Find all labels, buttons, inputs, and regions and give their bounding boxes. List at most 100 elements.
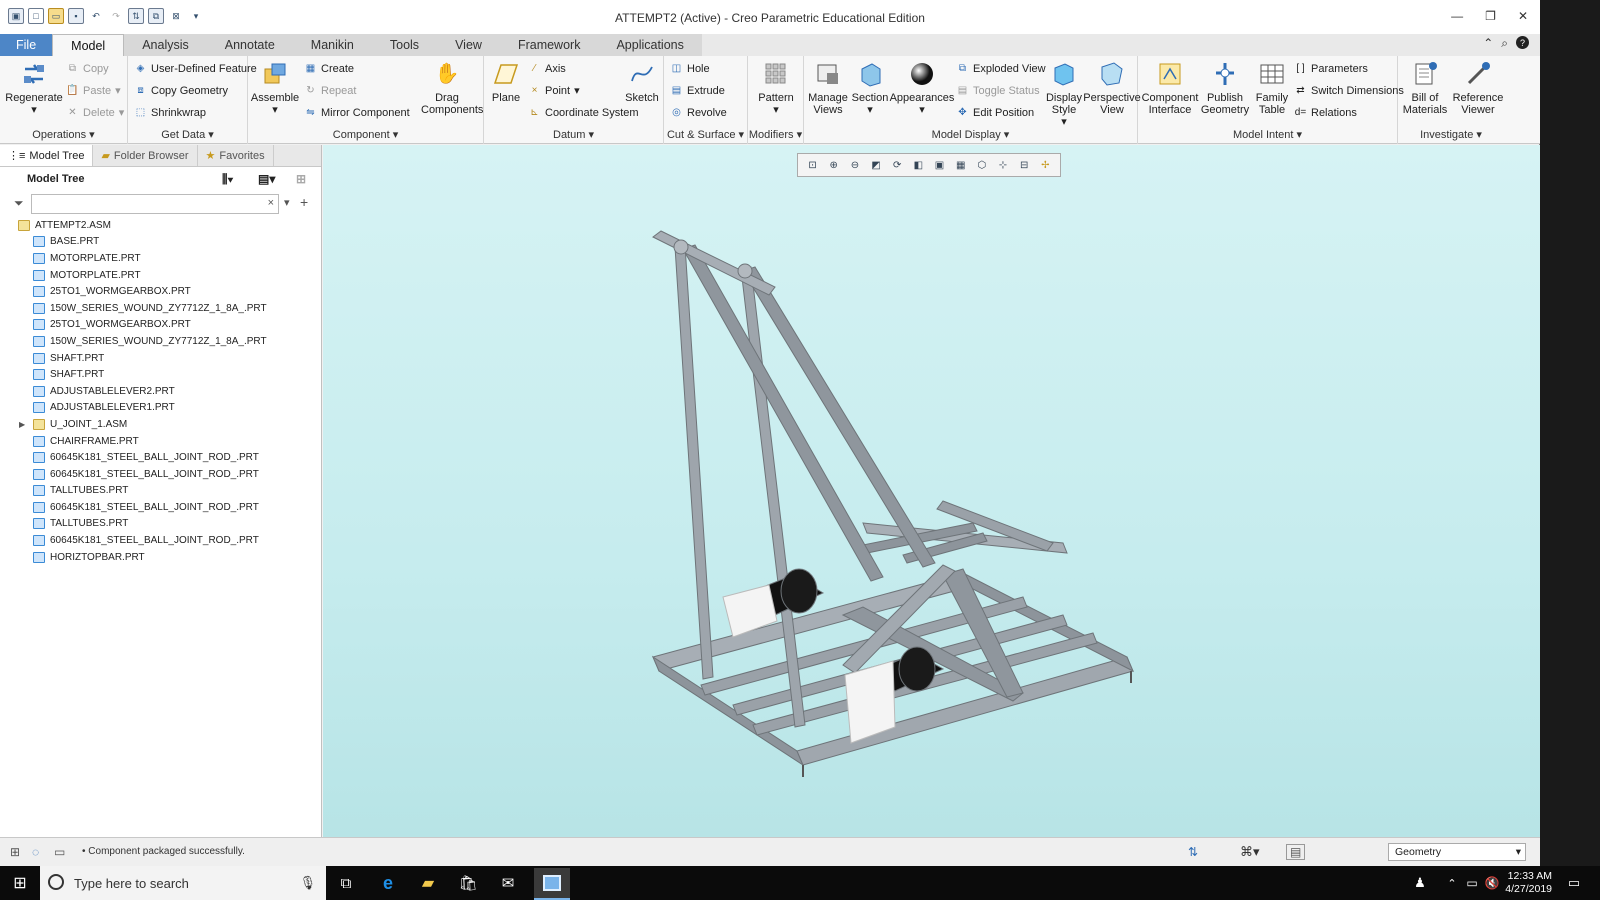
perspective-view-button[interactable]: Perspective View [1083, 60, 1141, 116]
group-label[interactable]: Get Data ▾ [128, 128, 247, 142]
tree-item[interactable]: SHAFT.PRT [0, 350, 322, 367]
tree-item[interactable]: 60645K181_STEEL_BALL_JOINT_ROD_.PRT [0, 499, 322, 516]
publish-geometry-button[interactable]: Publish Geometry [1200, 60, 1250, 116]
full-screen-icon[interactable]: ▭ [54, 845, 65, 859]
assembly-model[interactable] [323, 145, 1540, 837]
action-center-icon[interactable]: ▭ [1562, 872, 1586, 894]
repeat-button[interactable]: ↻ Repeat [304, 84, 356, 97]
create-button[interactable]: ▦ Create [304, 62, 354, 75]
browser-icon[interactable]: ◌ [32, 845, 39, 859]
bill-of-materials-button[interactable]: Bill of Materials [1400, 60, 1450, 116]
tree-filter-options-icon[interactable]: ⊞ [296, 172, 306, 186]
exploded-view-button[interactable]: ⧉ Exploded View [956, 62, 1046, 75]
chevron-down-icon[interactable]: ▾ [284, 196, 290, 209]
clear-icon[interactable]: × [268, 197, 274, 209]
tree-search-input[interactable]: × [31, 194, 279, 214]
tree-item[interactable]: 25TO1_WORMGEARBOX.PRT [0, 283, 322, 300]
collapse-ribbon-icon[interactable]: ⌃ [1483, 36, 1493, 51]
tree-item[interactable]: SHAFT.PRT [0, 366, 322, 383]
manage-views-button[interactable]: Manage Views [808, 60, 848, 116]
tab-view[interactable]: View [437, 34, 500, 56]
tree-item[interactable]: TALLTUBES.PRT [0, 483, 322, 500]
group-label[interactable]: Cut & Surface ▾ [664, 128, 747, 142]
tree-item[interactable]: ADJUSTABLELEVER2.PRT [0, 383, 322, 400]
tab-annotate[interactable]: Annotate [206, 34, 293, 56]
tab-analysis[interactable]: Analysis [124, 34, 207, 56]
expand-icon[interactable]: ▶ [19, 420, 25, 429]
filter-icon[interactable]: ⏷ [14, 196, 24, 211]
sketch-button[interactable]: Sketch [624, 60, 660, 104]
help-icon[interactable]: ? [1516, 36, 1529, 49]
revolve-button[interactable]: ◎ Revolve [670, 106, 727, 119]
tree-item[interactable]: 60645K181_STEEL_BALL_JOINT_ROD_.PRT [0, 532, 322, 549]
drag-components-button[interactable]: ✋ Drag Components [414, 60, 483, 116]
mirror-component-button[interactable]: ⇋ Mirror Component [304, 106, 409, 119]
selection-buffer-icon[interactable]: ▤ [1286, 844, 1306, 860]
file-explorer-icon[interactable]: ▰ [416, 872, 440, 894]
plane-button[interactable]: Plane [488, 60, 524, 104]
group-label[interactable]: Modifiers ▾ [748, 128, 803, 142]
copy-button[interactable]: ⧉ Copy [66, 62, 109, 75]
coordinate-system-button[interactable]: ⊾ Coordinate System [528, 106, 638, 119]
tree-item[interactable]: 25TO1_WORMGEARBOX.PRT [0, 317, 322, 334]
group-label[interactable]: Operations ▾ [0, 128, 127, 142]
pattern-button[interactable]: Pattern ▾ [752, 60, 800, 116]
relations-button[interactable]: d= Relations [1294, 106, 1357, 119]
group-label[interactable]: Datum ▾ [484, 128, 663, 142]
tab-applications[interactable]: Applications [598, 34, 702, 56]
add-icon[interactable]: + [300, 194, 308, 210]
delete-button[interactable]: ✕ Delete ▾ [66, 106, 124, 120]
search-icon[interactable]: ⌕ [1501, 36, 1508, 51]
group-label[interactable]: Model Display ▾ [804, 128, 1137, 142]
task-view-icon[interactable]: ⧉ [334, 872, 358, 894]
section-button[interactable]: Section ▾ [850, 60, 890, 116]
tab-tools[interactable]: Tools [371, 34, 438, 56]
show-navigator-icon[interactable]: ⊞ [10, 845, 20, 859]
tree-settings-icon[interactable]: ⫼▾ [222, 172, 233, 187]
tree-item[interactable]: ADJUSTABLELEVER1.PRT [0, 400, 322, 417]
group-label[interactable]: Model Intent ▾ [1138, 128, 1397, 142]
assemble-button[interactable]: Assemble ▾ [251, 60, 299, 116]
point-button[interactable]: × Point ▾ [528, 84, 580, 98]
edit-position-button[interactable]: ✥ Edit Position [956, 106, 1034, 119]
creo-taskbar-icon[interactable] [534, 868, 570, 900]
regenerate-button[interactable]: Regenerate ▾ [5, 60, 63, 116]
microphone-icon[interactable]: 🎙 [299, 875, 316, 891]
tab-folder-browser[interactable]: ▰ Folder Browser [93, 145, 198, 166]
selection-filter-dropdown[interactable]: Geometry ▾ [1388, 843, 1526, 861]
shrinkwrap-button[interactable]: ⬚ Shrinkwrap [134, 106, 206, 119]
tree-item[interactable]: TALLTUBES.PRT [0, 516, 322, 533]
appearances-button[interactable]: Appearances ▾ [890, 60, 954, 116]
windows-start-icon[interactable]: ⊞ [8, 872, 32, 894]
store-icon[interactable]: 🛍 [456, 872, 480, 894]
find-icon[interactable]: ⌘▾ [1240, 844, 1260, 860]
copy-geometry-button[interactable]: ⧈ Copy Geometry [134, 84, 228, 97]
axis-button[interactable]: ⁄ Axis [528, 62, 566, 75]
tree-item[interactable]: 60645K181_STEEL_BALL_JOINT_ROD_.PRT [0, 449, 322, 466]
tree-item[interactable]: 150W_SERIES_WOUND_ZY7712Z_1_8A_.PRT [0, 300, 322, 317]
tree-item[interactable]: ▶ U_JOINT_1.ASM [0, 416, 322, 433]
tree-item[interactable]: 60645K181_STEEL_BALL_JOINT_ROD_.PRT [0, 466, 322, 483]
maximize-icon[interactable]: ❐ [1485, 9, 1496, 23]
extrude-button[interactable]: ▤ Extrude [670, 84, 725, 97]
regen-status-icon[interactable]: ⇅ [1188, 845, 1198, 859]
parameters-button[interactable]: [ ] Parameters [1294, 62, 1368, 75]
tree-show-icon[interactable]: ▤▾ [258, 172, 275, 186]
tree-item[interactable]: ATTEMPT2.ASM [0, 217, 322, 234]
reference-viewer-button[interactable]: Reference Viewer [1452, 60, 1504, 116]
tree-item[interactable]: 150W_SERIES_WOUND_ZY7712Z_1_8A_.PRT [0, 333, 322, 350]
family-table-button[interactable]: Family Table [1252, 60, 1292, 116]
group-label[interactable]: Component ▾ [248, 128, 483, 142]
group-label[interactable]: Investigate ▾ [1398, 128, 1504, 142]
tab-manikin[interactable]: Manikin [292, 34, 372, 56]
edge-icon[interactable]: e [376, 872, 400, 894]
component-interface-button[interactable]: Component Interface [1142, 60, 1198, 116]
hole-button[interactable]: ◫ Hole [670, 62, 710, 75]
taskbar-search-input[interactable]: Type here to search 🎙 [40, 866, 326, 900]
close-icon[interactable]: ✕ [1518, 9, 1528, 23]
switch-dimensions-button[interactable]: ⇄ Switch Dimensions [1294, 84, 1404, 97]
tab-favorites[interactable]: ★ Favorites [198, 145, 274, 166]
people-icon[interactable]: ♟ [1408, 872, 1432, 894]
minimize-icon[interactable]: — [1451, 9, 1463, 23]
tab-file[interactable]: File [0, 34, 53, 56]
